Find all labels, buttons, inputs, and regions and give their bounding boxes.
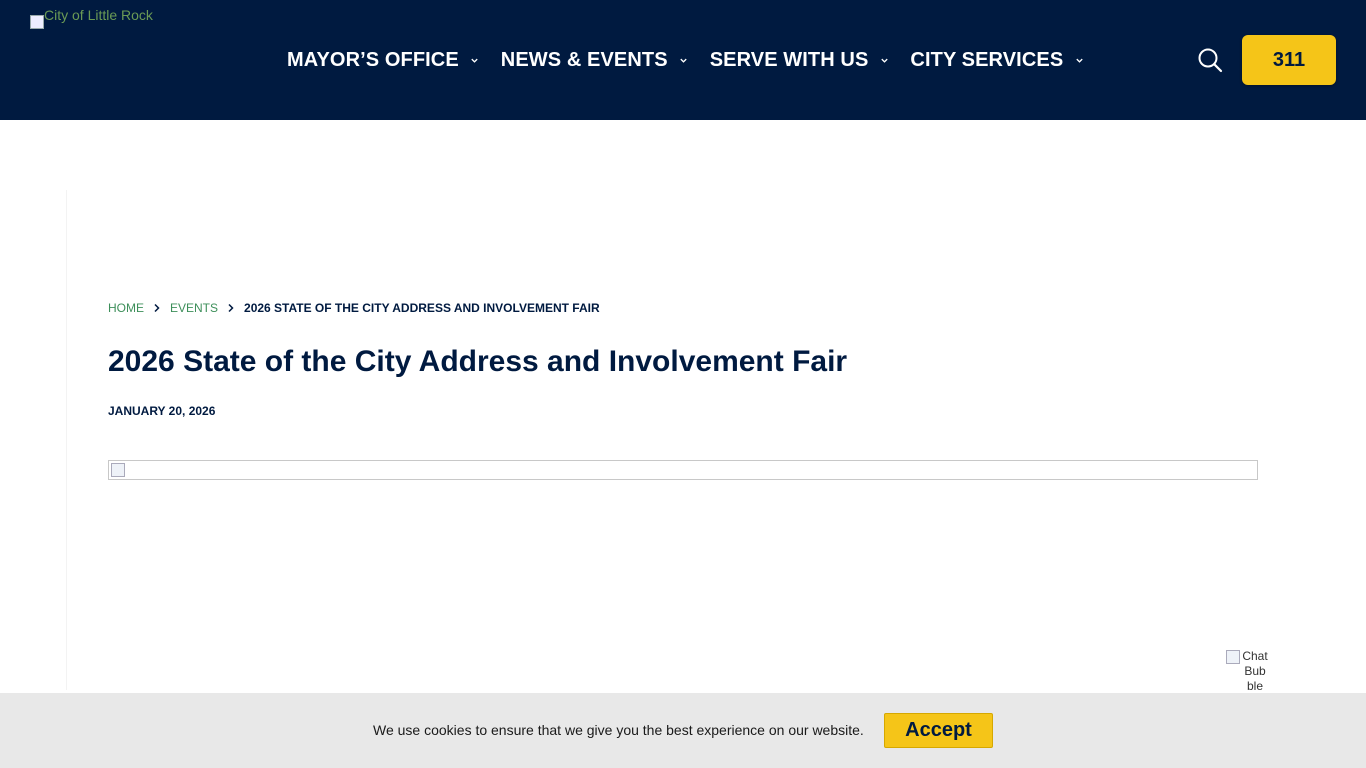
broken-image-icon — [30, 15, 44, 29]
event-image — [108, 460, 1258, 480]
breadcrumb-home-link[interactable]: HOME — [108, 301, 144, 315]
chevron-down-icon[interactable] — [674, 46, 694, 74]
breadcrumb: HOME EVENTS 2026 STATE OF THE CITY ADDRE… — [108, 301, 600, 315]
city-logo[interactable]: City of Little Rock — [30, 8, 153, 32]
nav-item-serve-with-us[interactable]: SERVE WITH US — [710, 46, 911, 74]
chat-bubble-button[interactable]: Chat Bubble — [1226, 649, 1268, 694]
nav-item-news-events[interactable]: NEWS & EVENTS — [501, 46, 710, 74]
breadcrumb-current: 2026 STATE OF THE CITY ADDRESS AND INVOL… — [244, 301, 600, 315]
311-button[interactable]: 311 — [1242, 35, 1336, 85]
chevron-right-icon — [218, 303, 244, 313]
main-nav: MAYOR’S OFFICE NEWS & EVENTS SERVE WITH … — [287, 46, 1105, 74]
nav-item-label: CITY SERVICES — [910, 48, 1064, 71]
chevron-down-icon[interactable] — [1069, 46, 1089, 74]
search-icon — [1198, 48, 1223, 73]
nav-item-label: NEWS & EVENTS — [500, 48, 668, 71]
content-divider — [66, 190, 67, 690]
search-button[interactable] — [1195, 45, 1225, 75]
broken-image-icon — [1226, 650, 1240, 664]
cookie-message: We use cookies to ensure that we give yo… — [373, 722, 864, 738]
page-title: 2026 State of the City Address and Invol… — [108, 345, 848, 378]
chevron-right-icon — [144, 303, 170, 313]
accept-cookies-button[interactable]: Accept — [884, 713, 993, 748]
broken-image-icon — [111, 463, 125, 477]
breadcrumb-events-link[interactable]: EVENTS — [170, 301, 218, 315]
event-date: JANUARY 20, 2026 — [108, 404, 216, 418]
nav-item-mayors-office[interactable]: MAYOR’S OFFICE — [287, 46, 501, 74]
logo-alt-text: City of Little Rock — [44, 7, 153, 23]
chevron-down-icon[interactable] — [465, 46, 485, 74]
cookie-banner: We use cookies to ensure that we give yo… — [0, 693, 1366, 768]
site-header: City of Little Rock MAYOR’S OFFICE NEWS … — [0, 0, 1366, 120]
nav-item-city-services[interactable]: CITY SERVICES — [910, 46, 1105, 74]
nav-item-label: SERVE WITH US — [709, 48, 869, 71]
nav-item-label: MAYOR’S OFFICE — [287, 48, 459, 71]
chevron-down-icon[interactable] — [874, 46, 894, 74]
